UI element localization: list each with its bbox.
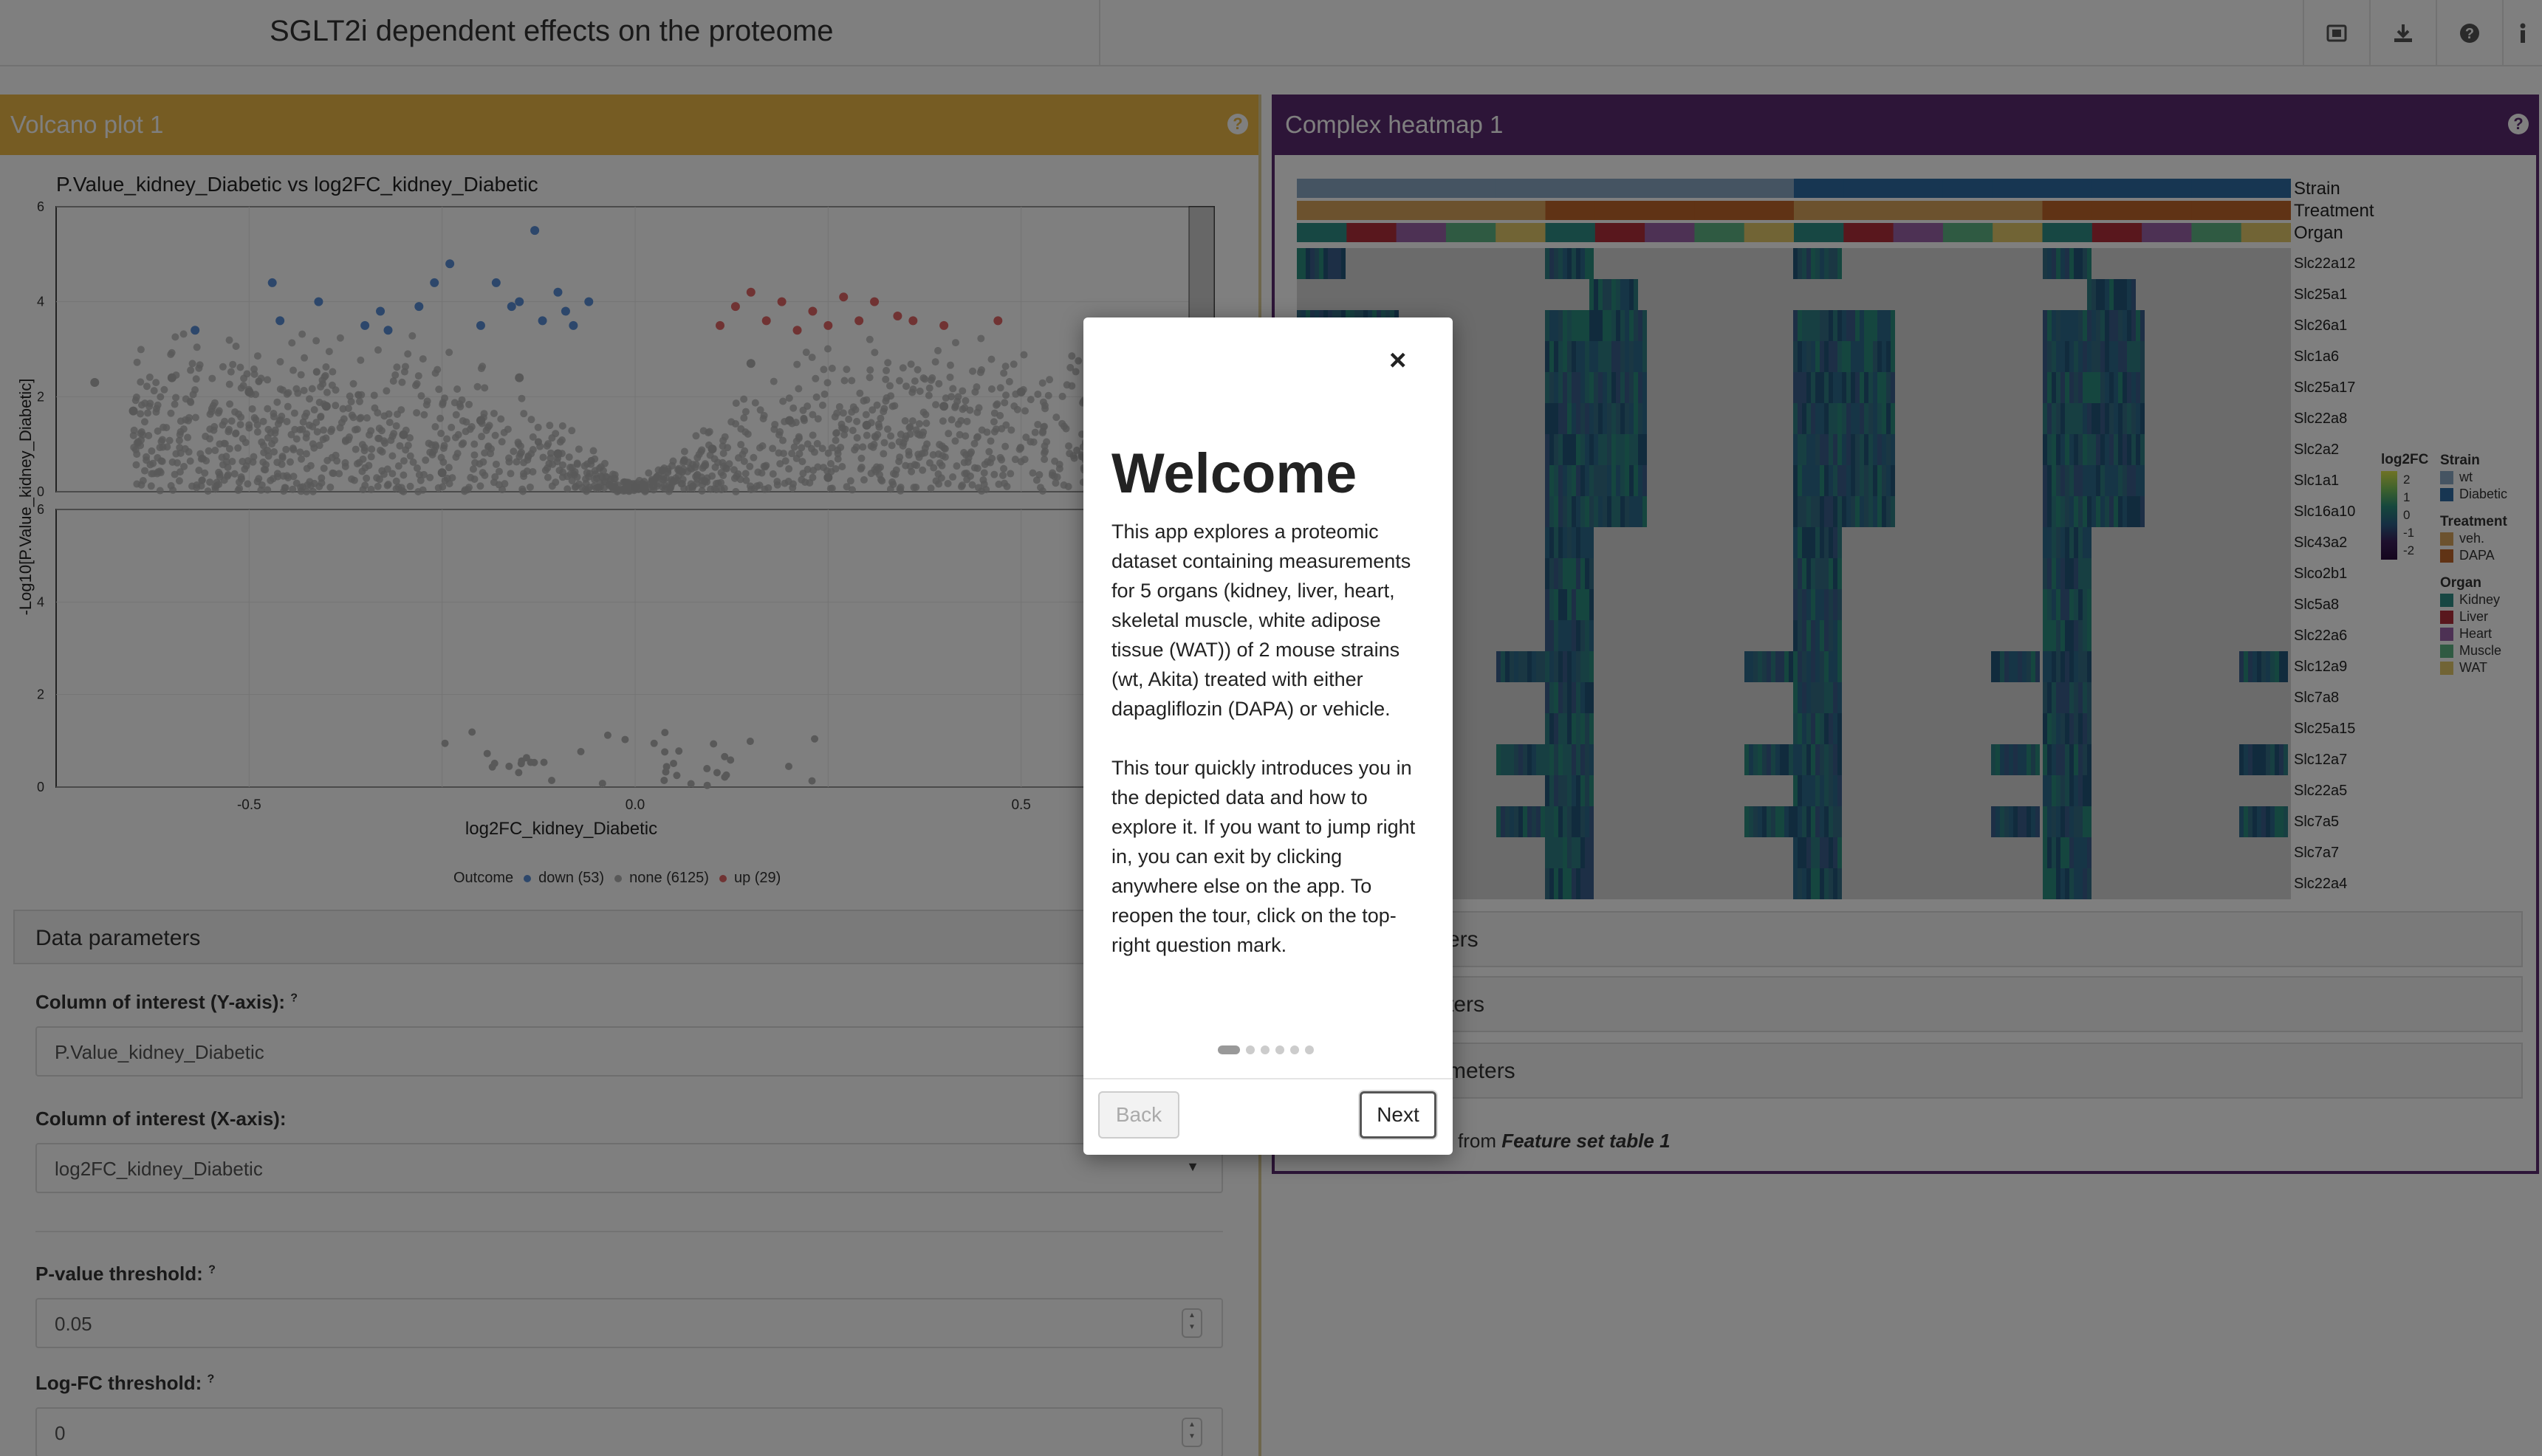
next-button[interactable]: Next xyxy=(1360,1091,1436,1139)
modal-footer-divider xyxy=(1083,1078,1453,1079)
back-button[interactable]: Back xyxy=(1098,1091,1179,1139)
modal-paragraph-1: This app explores a proteomic dataset co… xyxy=(1111,521,1411,720)
tour-step-dot[interactable] xyxy=(1218,1045,1240,1054)
tour-step-dot[interactable] xyxy=(1290,1045,1299,1054)
tour-step-dot[interactable] xyxy=(1275,1045,1284,1054)
welcome-tour-modal: × Welcome This app explores a proteomic … xyxy=(1083,317,1453,1155)
modal-title: Welcome xyxy=(1111,442,1357,505)
tour-step-dot[interactable] xyxy=(1305,1045,1314,1054)
modal-paragraph-2: This tour quickly introduces you in the … xyxy=(1111,757,1416,956)
tour-step-indicator xyxy=(1218,1045,1314,1054)
modal-body: This app explores a proteomic dataset co… xyxy=(1111,517,1429,989)
close-icon[interactable]: × xyxy=(1389,344,1406,377)
tour-step-dot[interactable] xyxy=(1246,1045,1255,1054)
tour-step-dot[interactable] xyxy=(1261,1045,1270,1054)
